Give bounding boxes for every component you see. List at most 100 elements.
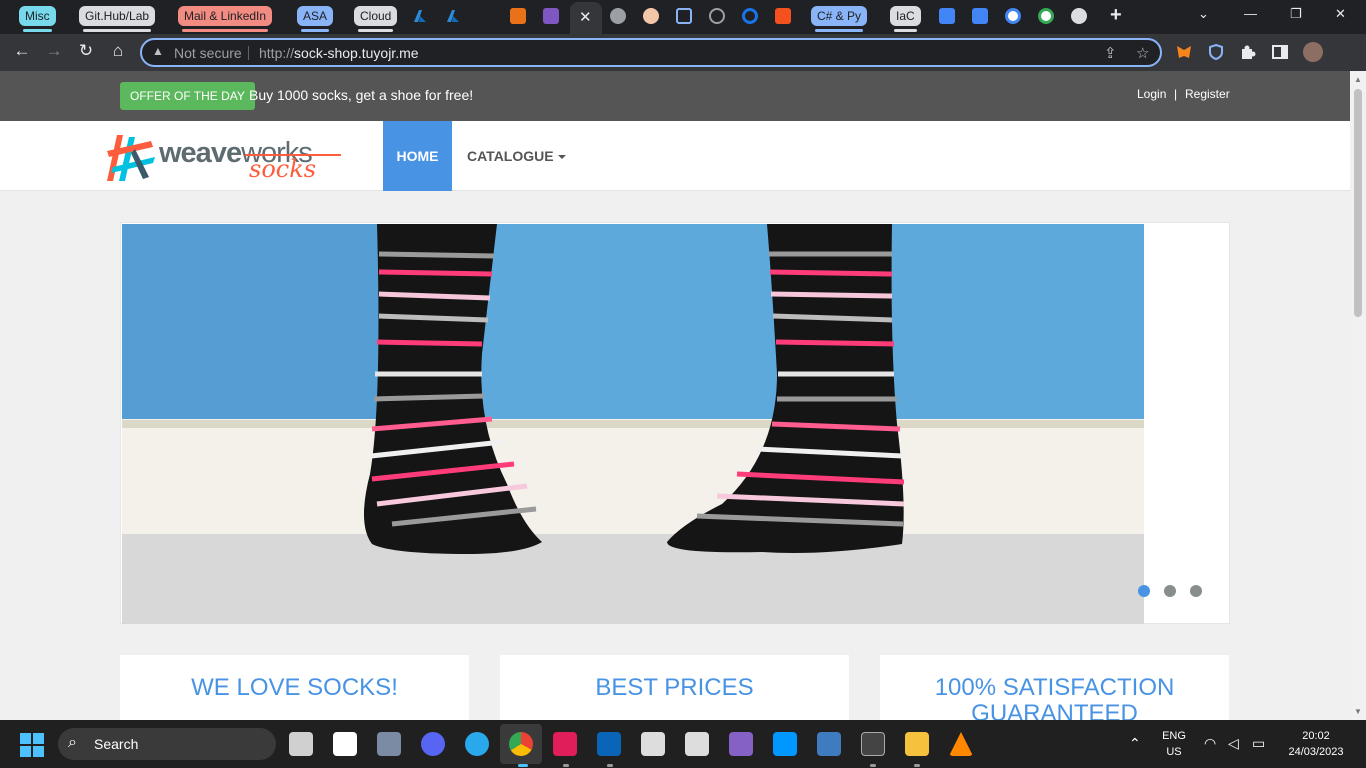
nav-catalogue[interactable]: CATALOGUE: [467, 121, 566, 191]
offer-badge[interactable]: OFFER OF THE DAY: [120, 82, 255, 110]
azure-tab-icon[interactable]: [445, 8, 461, 24]
logo-weave: weave: [159, 137, 242, 169]
avatar-tab-icon[interactable]: [643, 8, 659, 24]
scroll-up-icon[interactable]: ▲: [1354, 75, 1362, 84]
tab-group-mail[interactable]: Mail & LinkedIn: [178, 6, 273, 32]
chevron-up-icon[interactable]: ⌃: [1129, 735, 1141, 752]
url-scheme: http://: [259, 45, 295, 61]
vscode-icon[interactable]: [773, 732, 797, 756]
globe-tab-icon[interactable]: [610, 8, 626, 24]
active-tab[interactable]: ✕: [570, 2, 602, 34]
input-region[interactable]: US: [1158, 746, 1190, 758]
restore-icon[interactable]: ❐: [1290, 6, 1302, 22]
windows-start-icon[interactable]: [20, 733, 44, 757]
virtualbox-icon[interactable]: [817, 732, 841, 756]
google-tab-icon[interactable]: [1005, 8, 1021, 24]
hero-carousel[interactable]: [120, 222, 1230, 624]
tab-group-label: Git.Hub/Lab: [85, 9, 150, 23]
tab-group-iac[interactable]: IaC: [890, 6, 921, 32]
carousel-dot-1[interactable]: [1138, 585, 1150, 597]
tab-favicon[interactable]: [543, 8, 559, 24]
close-icon[interactable]: ✕: [579, 8, 592, 26]
page-scrollbar[interactable]: ▲ ▼: [1350, 71, 1366, 720]
tab-group-github[interactable]: Git.Hub/Lab: [79, 6, 156, 32]
nav-home[interactable]: HOME: [383, 121, 452, 191]
share-icon[interactable]: ⇪: [1104, 44, 1117, 62]
tradingview-icon[interactable]: [333, 732, 357, 756]
google-tab-icon[interactable]: [1038, 8, 1054, 24]
gear-tab-icon[interactable]: [709, 8, 725, 24]
scrollbar-thumb[interactable]: [1354, 89, 1362, 317]
carousel-dot-3[interactable]: [1190, 585, 1202, 597]
weaveworks-socks-logo[interactable]: weaveworks socks: [105, 129, 345, 183]
new-tab-button[interactable]: +: [1110, 4, 1122, 27]
docs-tab-icon[interactable]: [972, 8, 988, 24]
chrome-tab-icon[interactable]: [1071, 8, 1087, 24]
azure-tab-icon[interactable]: [412, 8, 428, 24]
wifi-icon[interactable]: ◠: [1204, 735, 1216, 752]
tab-favicon[interactable]: [775, 8, 791, 24]
feature-box-best-prices: BEST PRICES: [500, 655, 849, 720]
active-indicator: [518, 764, 528, 767]
running-indicator: [914, 764, 920, 767]
url-text[interactable]: http://sock-shop.tuyojr.me: [259, 45, 419, 61]
taskbar-search[interactable]: ⌕ Search: [58, 728, 276, 760]
carousel-dot-2[interactable]: [1164, 585, 1176, 597]
volume-icon[interactable]: ◁: [1228, 735, 1239, 752]
running-indicator: [870, 764, 876, 767]
windows-taskbar: ⌕ Search ⌃ ENG US ◠ ◁ ▭ 20:02 24/03/2023: [0, 720, 1366, 768]
reload-icon[interactable]: ↻: [74, 41, 98, 61]
login-link[interactable]: Login: [1137, 87, 1166, 101]
feature-title: 100% SATISFACTION GUARANTEED: [934, 674, 1175, 721]
socks-slide-image: [122, 224, 1144, 624]
refresh-tab-icon[interactable]: [742, 8, 758, 24]
scroll-down-icon[interactable]: ▼: [1354, 707, 1362, 716]
back-icon[interactable]: ←: [10, 41, 34, 61]
shield-icon[interactable]: [1207, 43, 1225, 61]
unity-hub-icon[interactable]: [685, 732, 709, 756]
visual-studio-icon[interactable]: [729, 732, 753, 756]
tab-group-csharp-py[interactable]: C# & Py: [811, 6, 868, 32]
feature-box-satisfaction: 100% SATISFACTION GUARANTEED: [880, 655, 1229, 720]
extensions-puzzle-icon[interactable]: [1239, 43, 1257, 61]
outlook-icon[interactable]: [597, 732, 621, 756]
tab-group-label: Cloud: [360, 9, 392, 23]
minimize-icon[interactable]: —: [1244, 6, 1257, 21]
register-link[interactable]: Register: [1185, 87, 1230, 101]
tab-search-icon[interactable]: ⌄: [1198, 6, 1209, 22]
battery-icon[interactable]: ▭: [1252, 735, 1265, 752]
window-close-icon[interactable]: ✕: [1335, 6, 1346, 22]
side-panel-icon[interactable]: [1271, 43, 1289, 61]
bookmark-star-icon[interactable]: ☆: [1136, 44, 1149, 62]
home-icon[interactable]: ⌂: [106, 41, 130, 61]
task-view-icon[interactable]: [289, 732, 313, 756]
clock-time[interactable]: 20:02: [1282, 730, 1350, 742]
tab-group-asa[interactable]: ASA: [297, 6, 334, 32]
tab-group-misc[interactable]: Misc: [19, 6, 56, 32]
input-language[interactable]: ENG: [1158, 730, 1190, 742]
address-bar[interactable]: ▲ Not secure http://sock-shop.tuyojr.me …: [140, 38, 1162, 67]
tab-group-label: Mail & LinkedIn: [184, 9, 267, 23]
unity-icon[interactable]: [641, 732, 665, 756]
slack-icon[interactable]: [553, 732, 577, 756]
tab-favicon[interactable]: [510, 8, 526, 24]
clock-date[interactable]: 24/03/2023: [1282, 746, 1350, 758]
security-label[interactable]: Not secure: [174, 45, 242, 61]
browser-tab-strip: Misc Git.Hub/Lab Mail & LinkedIn ASA Clo…: [0, 0, 1366, 34]
forward-icon[interactable]: →: [42, 41, 66, 61]
tab-group-cloud[interactable]: Cloud: [354, 6, 398, 32]
file-explorer-icon[interactable]: [905, 732, 929, 756]
logo-mark-icon: [107, 135, 155, 181]
calculator-icon[interactable]: [377, 732, 401, 756]
terminal-icon[interactable]: [861, 732, 885, 756]
vlc-icon[interactable]: [949, 732, 973, 756]
profile-avatar[interactable]: [1303, 42, 1323, 62]
docs-tab-icon[interactable]: [939, 8, 955, 24]
metamask-icon[interactable]: [1175, 43, 1193, 61]
discord-icon[interactable]: [421, 732, 445, 756]
telegram-icon[interactable]: [465, 732, 489, 756]
chrome-icon[interactable]: [509, 732, 533, 756]
chip-tab-icon[interactable]: [676, 8, 692, 24]
warning-icon[interactable]: ▲: [152, 44, 164, 58]
running-indicator: [607, 764, 613, 767]
